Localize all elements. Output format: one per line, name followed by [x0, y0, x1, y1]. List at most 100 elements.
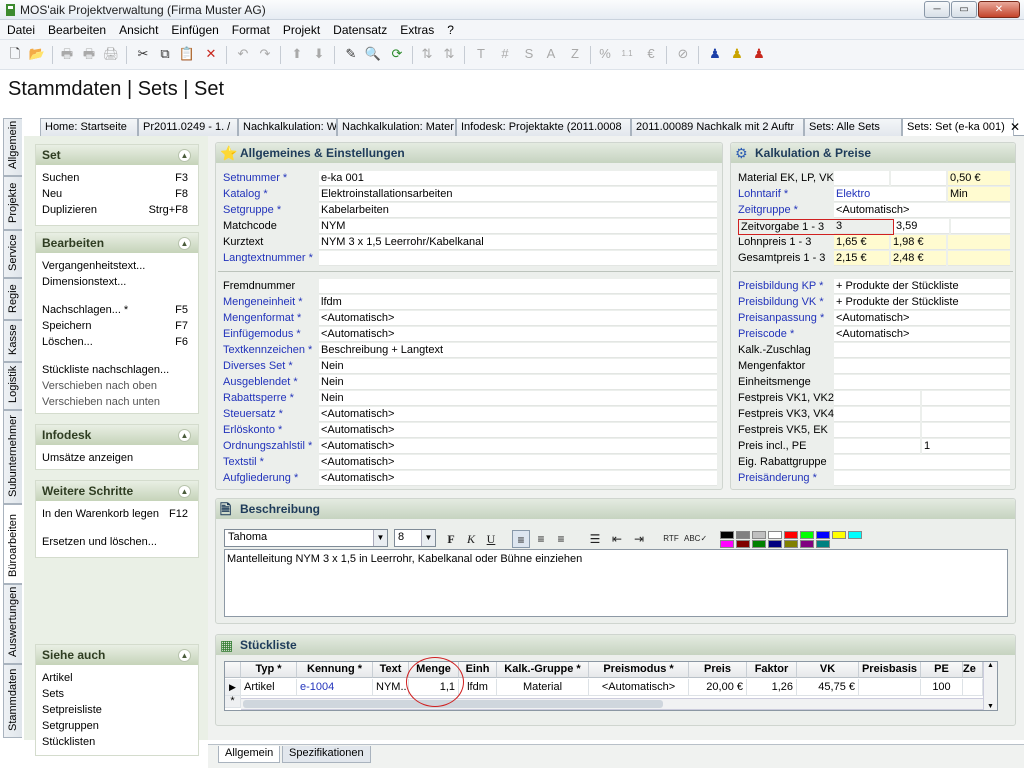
- siehe-auch-header[interactable]: Siehe auch ▲: [36, 645, 198, 665]
- close-window-button[interactable]: ✕: [978, 1, 1020, 18]
- collapse-chevron-icon[interactable]: ▲: [178, 649, 191, 662]
- collapse-chevron-icon[interactable]: ▲: [178, 149, 191, 162]
- print-icon[interactable]: 🖶: [80, 45, 98, 63]
- col-typ[interactable]: Typ *: [241, 662, 297, 678]
- format-z-icon[interactable]: Z: [566, 45, 584, 63]
- menu-extras[interactable]: Extras: [393, 20, 440, 37]
- tab-nachkalk-auftr[interactable]: 2011.00089 Nachkalk mit 2 Auftr: [631, 118, 804, 136]
- user-blue-icon[interactable]: ♟: [706, 45, 724, 63]
- new-row-icon[interactable]: *: [225, 696, 241, 708]
- open-folder-icon[interactable]: 📂: [28, 45, 46, 63]
- delete-icon[interactable]: ✕: [202, 45, 220, 63]
- tab-alle-sets[interactable]: Sets: Alle Sets: [804, 118, 902, 136]
- paste-icon[interactable]: 📋: [178, 45, 196, 63]
- link-artikel[interactable]: Artikel: [36, 671, 198, 687]
- action-stueckliste-nachschlagen[interactable]: Stückliste nachschlagen...: [36, 363, 198, 379]
- set-section-header[interactable]: Set ▲: [36, 145, 198, 165]
- color-swatch-cyan[interactable]: [848, 531, 862, 539]
- color-swatch-navy[interactable]: [768, 540, 782, 548]
- color-swatch-blue[interactable]: [816, 531, 830, 539]
- action-speichern[interactable]: Speichern F7: [36, 319, 198, 335]
- minimize-button[interactable]: ─: [924, 1, 950, 18]
- table-cell[interactable]: 20,00 €: [689, 679, 747, 696]
- color-swatch-white[interactable]: [768, 531, 782, 539]
- tab-nachkalkulation-mater[interactable]: Nachkalkulation: Mater: [337, 118, 456, 136]
- col-preismodus[interactable]: Preismodus *: [589, 662, 689, 678]
- table-cell[interactable]: Artikel: [241, 679, 297, 696]
- color-swatch-magenta[interactable]: [720, 540, 734, 548]
- bullet-list-icon[interactable]: ☰: [586, 530, 604, 548]
- lookup-icon[interactable]: 🔍: [364, 45, 382, 63]
- currency-icon[interactable]: €: [642, 45, 660, 63]
- undo-icon[interactable]: ↶: [234, 45, 252, 63]
- italic-icon[interactable]: K: [462, 530, 480, 548]
- move-up-icon[interactable]: ⬆: [288, 45, 306, 63]
- rtf-icon[interactable]: RTF: [662, 530, 680, 548]
- col-faktor[interactable]: Faktor: [747, 662, 797, 678]
- collapse-chevron-icon[interactable]: ▲: [178, 429, 191, 442]
- tab-home[interactable]: Home: Startseite: [40, 118, 138, 136]
- weitere-schritte-header[interactable]: Weitere Schritte ▲: [36, 481, 198, 501]
- tab-set-active[interactable]: Sets: Set (e-ka 001): [902, 118, 1014, 137]
- link-stuecklisten[interactable]: Stücklisten: [36, 735, 198, 751]
- action-vergangenheitstext[interactable]: Vergangenheitstext...: [36, 259, 198, 275]
- collapse-chevron-icon[interactable]: ▲: [178, 485, 191, 498]
- sort-descending-icon[interactable]: ⇅: [440, 45, 458, 63]
- action-warenkorb[interactable]: In den Warenkorb legen F12: [36, 507, 198, 523]
- format-hash-icon[interactable]: #: [496, 45, 514, 63]
- color-swatch-red[interactable]: [784, 531, 798, 539]
- table-cell[interactable]: e-1004: [297, 679, 373, 696]
- action-umsaetze[interactable]: Umsätze anzeigen: [36, 451, 198, 467]
- menu-ansicht[interactable]: Ansicht: [112, 20, 164, 37]
- move-down-icon[interactable]: ⬇: [310, 45, 328, 63]
- link-setpreisliste[interactable]: Setpreisliste: [36, 703, 198, 719]
- format-a-icon[interactable]: A: [542, 45, 560, 63]
- edit-pencil-icon[interactable]: ✎: [342, 45, 360, 63]
- print-preview-icon[interactable]: 🖶: [58, 45, 76, 63]
- close-tab-icon[interactable]: ✕: [1010, 120, 1020, 134]
- table-cell[interactable]: 100: [921, 679, 963, 696]
- align-center-icon[interactable]: ≡: [532, 530, 550, 548]
- col-kennung[interactable]: Kennung *: [297, 662, 373, 678]
- color-swatch-green[interactable]: [800, 531, 814, 539]
- copy-icon[interactable]: ⧉: [156, 45, 174, 63]
- table-cell[interactable]: 45,75 €: [797, 679, 859, 696]
- action-nachschlagen[interactable]: Nachschlagen... * F5: [36, 303, 198, 319]
- color-swatch-silver[interactable]: [752, 531, 766, 539]
- refresh-icon[interactable]: ⟳: [388, 45, 406, 63]
- menu-format[interactable]: Format: [225, 20, 276, 37]
- tab-projekt[interactable]: Pr2011.0249 - 1. /: [138, 118, 238, 136]
- col-ze[interactable]: Ze: [963, 662, 983, 678]
- sort-ascending-icon[interactable]: ⇅: [418, 45, 436, 63]
- tab-nachkalkulation-w[interactable]: Nachkalkulation: W: [238, 118, 337, 136]
- menu-projekt[interactable]: Projekt: [276, 20, 326, 37]
- col-preisbasis[interactable]: Preisbasis: [859, 662, 921, 678]
- redo-icon[interactable]: ↷: [256, 45, 274, 63]
- col-preis[interactable]: Preis: [689, 662, 747, 678]
- action-ersetzen-loeschen[interactable]: Ersetzen und löschen...: [36, 535, 198, 551]
- indent-icon[interactable]: ⇥: [630, 530, 648, 548]
- link-sets[interactable]: Sets: [36, 687, 198, 703]
- outdent-icon[interactable]: ⇤: [608, 530, 626, 548]
- color-swatch-yellow[interactable]: [832, 531, 846, 539]
- table-cell[interactable]: 1,26: [747, 679, 797, 696]
- maximize-button[interactable]: ▭: [951, 1, 977, 18]
- table-cell[interactable]: [859, 679, 921, 696]
- format-t-icon[interactable]: T: [472, 45, 490, 63]
- menu-help[interactable]: ?: [440, 20, 460, 37]
- bearbeiten-section-header[interactable]: Bearbeiten ▲: [36, 233, 198, 253]
- vertical-scrollbar[interactable]: ▲ ▼: [983, 662, 997, 710]
- horizontal-scrollbar[interactable]: [241, 698, 983, 710]
- print-setup-icon[interactable]: 🖨: [102, 45, 120, 63]
- menu-einfuegen[interactable]: Einfügen: [164, 20, 224, 37]
- align-left-icon[interactable]: ≡: [512, 530, 530, 548]
- color-swatch-olive[interactable]: [784, 540, 798, 548]
- action-loeschen[interactable]: Löschen... F6: [36, 335, 198, 351]
- color-swatch-darkgreen[interactable]: [752, 540, 766, 548]
- cut-icon[interactable]: ✂: [134, 45, 152, 63]
- bold-icon[interactable]: F: [442, 530, 460, 548]
- row-selector-icon[interactable]: ▶: [225, 679, 241, 696]
- bottom-tab-spezifikationen[interactable]: Spezifikationen: [282, 746, 371, 763]
- col-kalk-gruppe[interactable]: Kalk.-Gruppe *: [497, 662, 589, 678]
- percent-icon[interactable]: %: [596, 45, 614, 63]
